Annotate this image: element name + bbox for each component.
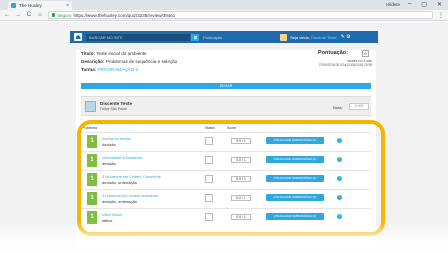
grade-input[interactable]: 0.000 [349, 103, 369, 110]
address-bar: ← → C ⌂ Seguro https://www.thehuxley.com… [0, 10, 448, 21]
status-checkbox [205, 213, 213, 221]
problem-title-link[interactable]: 3 números em ordem crescente [102, 193, 158, 198]
welcome-prefix: Seja vindo, [290, 34, 310, 40]
class-link[interactable]: PROGRAMAÇÃO 2 [98, 67, 139, 72]
status-checkbox [205, 194, 213, 202]
maximize-icon[interactable]: ▢ [421, 1, 427, 8]
lock-icon [52, 13, 55, 17]
quiz-title-line: Título: Teste inicial do ambiente [81, 51, 147, 56]
problem-topics: decisão [102, 142, 116, 147]
secure-label: Seguro [57, 12, 72, 18]
help-icon[interactable]: ? [337, 157, 342, 162]
url-text: https://www.thehuxley.com/quiz/3235/revi… [73, 12, 176, 18]
problem-score: 0.0 / 1 [231, 195, 251, 201]
help-icon[interactable]: ? [337, 176, 342, 181]
problem-topics: lattice [102, 218, 113, 223]
table-row: 1 Valor Maior lattice 0.0 / 1 VISUALIZAR… [81, 208, 371, 225]
back-icon[interactable]: ← [4, 12, 10, 18]
problem-title-link[interactable]: Acima da média [102, 136, 131, 141]
table-row: 1 3 números em ordem crescente decisão, … [81, 189, 371, 206]
problem-difficulty-badge: 1 [87, 173, 97, 186]
search-icon[interactable] [191, 33, 199, 41]
problem-topics: decisão [102, 161, 116, 166]
class-label: Turma: [81, 67, 97, 72]
browser-user-label[interactable]: Hildete [386, 2, 400, 7]
problem-topics: decisão, ordenação [102, 180, 137, 185]
status-checkbox [205, 137, 213, 145]
table-row: 1 Velocidade e Distância decisão 0.0 / 1… [81, 151, 371, 168]
view-submissions-button[interactable]: VISUALIZAR SUBMISSÕES (0) [266, 156, 324, 163]
url-input[interactable]: Seguro https://www.thehuxley.com/quiz/32… [48, 11, 433, 19]
quiz-card: Título: Teste inicial do ambiente Descri… [76, 50, 376, 250]
problem-column-header: Problema [82, 126, 97, 130]
student-class: Felipe São Paulo [100, 107, 127, 111]
site-search-input[interactable]: BUSCAR NO SITE [86, 33, 190, 41]
student-panel: Discente Teste Felipe São Paulo Nota: 0.… [81, 96, 371, 116]
quiz-description: Problemas de sequência e seleção [105, 59, 178, 64]
score-value: 0 [362, 50, 369, 57]
close-window-icon[interactable]: ✕ [437, 1, 442, 8]
problem-score: 0.0 / 1 [231, 138, 251, 144]
site-header: BUSCAR NO SITE Pontuação Seja vindo, Doc… [70, 31, 378, 43]
problem-title-link[interactable]: Valor Maior [102, 212, 122, 217]
reload-icon[interactable]: C [26, 12, 32, 18]
favicon-icon [11, 3, 16, 8]
quiz-class-line: Turma: PROGRAMAÇÃO 2 [81, 67, 138, 72]
score-link[interactable]: Pontuação [203, 35, 222, 40]
browser-tab[interactable]: The Huxley × [8, 1, 72, 10]
problem-difficulty-badge: 1 [87, 135, 97, 148]
quiz-description-line: Descrição: Problemas de sequência e sele… [81, 59, 177, 64]
status-checkbox [205, 175, 213, 183]
window-controls: – ▢ ✕ [408, 1, 442, 8]
quiz-dates: Iniciará em 4 dias 27/09/2016 00:00 à 01… [300, 59, 372, 67]
problem-score: 0.0 / 1 [231, 176, 251, 182]
tab-title: The Huxley [19, 3, 42, 8]
problem-difficulty-badge: 1 [87, 154, 97, 167]
problem-difficulty-badge: 1 [87, 211, 97, 224]
title-label: Título: [81, 51, 96, 56]
home-logo-icon[interactable] [74, 33, 82, 41]
tab-close-icon[interactable]: × [66, 3, 69, 9]
page-body: BUSCAR NO SITE Pontuação Seja vindo, Doc… [0, 22, 448, 253]
status-column-header: Status [205, 126, 215, 130]
view-submissions-button[interactable]: VISUALIZAR SUBMISSÕES (0) [266, 194, 324, 201]
problem-title-link[interactable]: 3 Números em Ordem Crescente [102, 174, 161, 179]
edit-button[interactable]: EDITAR [81, 83, 371, 89]
score-column-header: Score [227, 126, 237, 130]
forward-icon[interactable]: → [15, 12, 21, 18]
problem-title-link[interactable]: Velocidade e Distância [102, 155, 142, 160]
home-icon[interactable]: ⌂ [37, 12, 43, 18]
browser-tabstrip: The Huxley × Hildete – ▢ ✕ [0, 0, 448, 10]
problem-score: 0.0 / 1 [231, 157, 251, 163]
view-submissions-button[interactable]: VISUALIZAR SUBMISSÕES (0) [266, 175, 324, 182]
welcome-user-link[interactable]: Docente Teste [311, 35, 337, 40]
table-row: 1 3 Números em Ordem Crescente decisão, … [81, 170, 371, 187]
description-label: Descrição: [81, 59, 105, 64]
view-submissions-button[interactable]: VISUALIZAR SUBMISSÕES (0) [266, 137, 324, 144]
browser-menu-icon[interactable]: ⋮ [438, 12, 444, 19]
dates-range: 27/09/2016 00:00 à 01/09/2016 23:59 [318, 63, 372, 67]
grade-label: Nota: [333, 105, 343, 110]
student-avatar [85, 101, 96, 112]
problem-topics: decisão, ordenação [102, 199, 137, 204]
view-submissions-button[interactable]: VISUALIZAR SUBMISSÕES (0) [266, 213, 324, 220]
score-label: Pontuação: [318, 50, 348, 56]
help-icon[interactable]: ? [337, 214, 342, 219]
table-row: 1 Acima da média decisão 0.0 / 1 VISUALI… [81, 132, 371, 149]
help-icon[interactable]: ? [337, 195, 342, 200]
settings-icon[interactable]: ✎ ⚙ [341, 34, 351, 40]
status-checkbox [205, 156, 213, 164]
quiz-title: Teste inicial do ambiente [96, 51, 147, 56]
student-name: Discente Teste [100, 101, 133, 106]
help-icon[interactable]: ? [337, 138, 342, 143]
welcome-text: Seja vindo, Docente Teste [290, 35, 336, 40]
user-avatar[interactable] [280, 33, 288, 41]
problem-difficulty-badge: 1 [87, 192, 97, 205]
problem-score: 0.0 / 1 [231, 214, 251, 220]
minimize-icon[interactable]: – [408, 1, 411, 8]
